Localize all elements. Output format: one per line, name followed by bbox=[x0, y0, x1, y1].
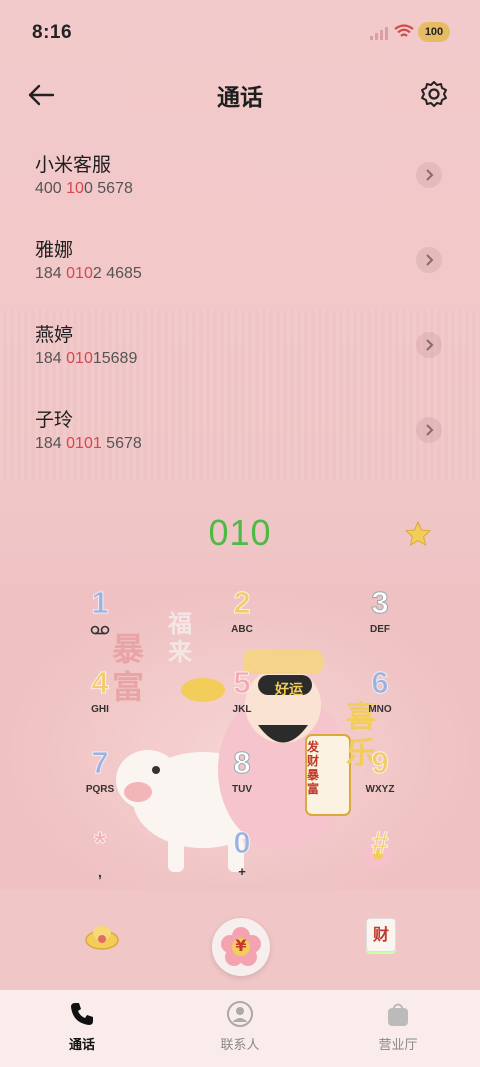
voicemail-icon bbox=[90, 625, 110, 635]
key-digit: 5 bbox=[233, 665, 251, 700]
key-digit: 2 bbox=[233, 585, 251, 620]
key-7[interactable]: 7 PQRS bbox=[60, 745, 140, 816]
contact-name: 子玲 bbox=[35, 409, 74, 431]
key-0[interactable]: 0 + bbox=[202, 825, 282, 896]
key-digit: 8 bbox=[233, 745, 251, 780]
key-star[interactable]: * , bbox=[60, 825, 140, 896]
call-button[interactable]: ¥ bbox=[212, 918, 270, 976]
fortune-tile-button[interactable]: 财 bbox=[366, 918, 396, 952]
art-text-top: 福来 bbox=[168, 610, 192, 666]
recent-call-row[interactable]: 小米客服 400 100 5678 bbox=[0, 140, 480, 220]
gold-ingot-icon[interactable] bbox=[84, 918, 120, 952]
nav-tab-store[interactable]: 营业厅 bbox=[338, 1000, 458, 1053]
key-4[interactable]: 4 GHI bbox=[60, 665, 140, 736]
shop-bag-icon bbox=[388, 1003, 408, 1026]
bottom-nav: 通话 联系人 营业厅 bbox=[0, 990, 480, 1067]
chevron-right-icon[interactable] bbox=[416, 417, 442, 443]
gear-icon[interactable] bbox=[418, 78, 450, 110]
contact-name: 小米客服 bbox=[35, 154, 112, 176]
key-letters: WXYZ bbox=[365, 784, 395, 795]
key-digit: 3 bbox=[371, 585, 389, 620]
nav-label: 联系人 bbox=[220, 1038, 260, 1053]
contact-name: 雅娜 bbox=[35, 239, 74, 261]
contact-icon bbox=[227, 1001, 253, 1027]
key-letters: TUV bbox=[232, 784, 252, 795]
nav-label: 营业厅 bbox=[378, 1038, 418, 1053]
key-hash[interactable]: # bbox=[340, 825, 420, 896]
nav-label: 通话 bbox=[68, 1038, 95, 1053]
key-2[interactable]: 2 ABC bbox=[202, 585, 282, 656]
key-digit: 1 bbox=[91, 585, 109, 620]
chevron-right-icon[interactable] bbox=[416, 332, 442, 358]
recent-call-row[interactable]: 燕婷 184 01015689 bbox=[0, 310, 480, 390]
key-letters: , bbox=[98, 864, 102, 880]
key-3[interactable]: 3 DEF bbox=[340, 585, 420, 656]
key-letters: JKL bbox=[232, 704, 252, 715]
page-title: 通话 bbox=[217, 85, 263, 111]
status-time: 8:16 bbox=[32, 22, 73, 43]
key-letters: GHI bbox=[91, 704, 109, 715]
key-digit: 0 bbox=[233, 825, 251, 860]
wifi-icon bbox=[394, 24, 414, 37]
contact-number: 400 100 5678 bbox=[35, 180, 133, 197]
key-digit: 7 bbox=[91, 745, 109, 780]
key-letters: ABC bbox=[231, 624, 253, 635]
key-digit: * bbox=[93, 825, 107, 860]
phone-icon bbox=[71, 1003, 93, 1025]
key-letters: DEF bbox=[370, 624, 390, 635]
key-6[interactable]: 6 MNO bbox=[340, 665, 420, 736]
contact-number: 184 0102 4685 bbox=[35, 265, 142, 282]
recent-call-row[interactable]: 雅娜 184 0102 4685 bbox=[0, 225, 480, 305]
key-1[interactable]: 1 bbox=[60, 585, 140, 656]
nav-tab-calls[interactable]: 通话 bbox=[22, 1000, 142, 1053]
star-favorite-icon[interactable] bbox=[404, 520, 432, 548]
key-letters: PQRS bbox=[85, 784, 115, 795]
app-header: 通话 bbox=[0, 70, 480, 120]
key-8[interactable]: 8 TUV bbox=[202, 745, 282, 816]
chevron-right-icon[interactable] bbox=[416, 247, 442, 273]
nav-tab-contacts[interactable]: 联系人 bbox=[180, 1000, 300, 1053]
chevron-right-icon[interactable] bbox=[416, 162, 442, 188]
recent-call-row[interactable]: 子玲 184 0101 5678 bbox=[0, 395, 480, 475]
art-scroll-text: 发财暴富 bbox=[307, 740, 320, 796]
key-digit: # bbox=[371, 825, 389, 860]
cellular-signal-icon bbox=[370, 27, 388, 40]
battery-icon: 100 bbox=[418, 22, 450, 42]
key-letters: + bbox=[238, 864, 246, 879]
key-digit: 4 bbox=[91, 665, 109, 700]
call-symbol: ¥ bbox=[235, 936, 247, 955]
status-bar: 8:16 100 bbox=[0, 0, 480, 68]
key-digit: 6 bbox=[371, 665, 389, 700]
key-9[interactable]: 9 WXYZ bbox=[340, 745, 420, 816]
contact-number: 184 01015689 bbox=[35, 350, 138, 367]
key-letters: MNO bbox=[368, 704, 392, 715]
key-5[interactable]: 5 JKL bbox=[202, 665, 282, 736]
fortune-tile-label: 财 bbox=[372, 925, 389, 944]
contact-name: 燕婷 bbox=[35, 324, 74, 346]
contact-number: 184 0101 5678 bbox=[35, 435, 142, 452]
key-digit: 9 bbox=[371, 745, 389, 780]
